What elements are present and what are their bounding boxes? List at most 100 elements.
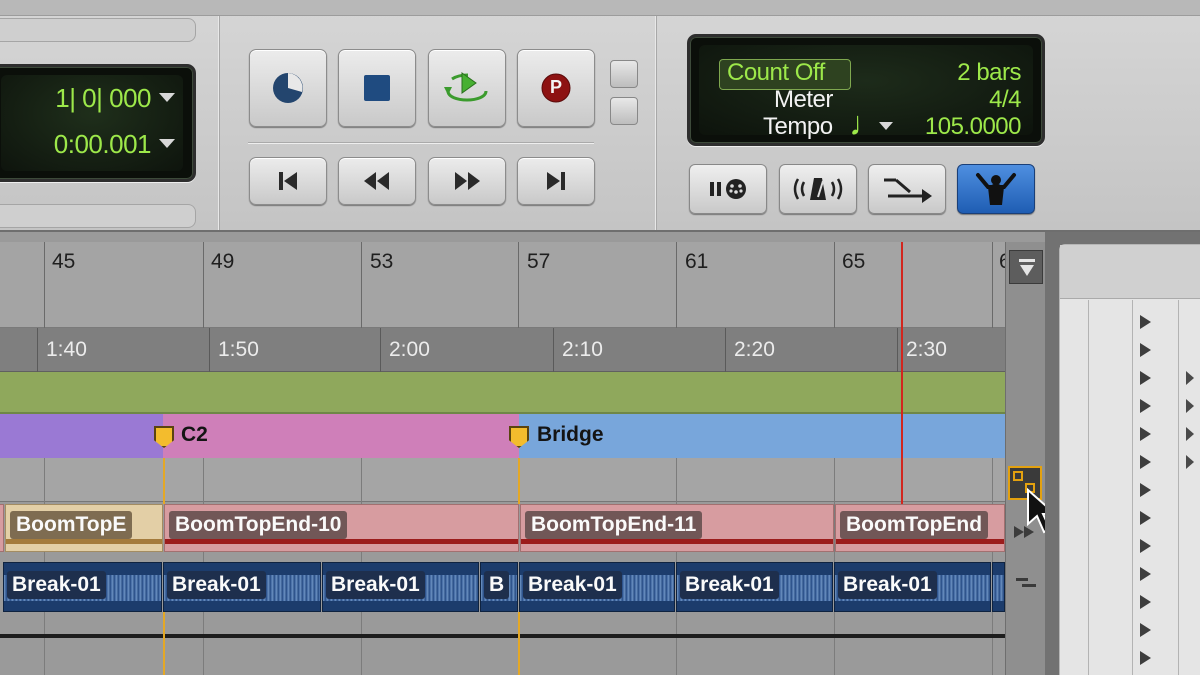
fast-forward-button[interactable]	[428, 157, 506, 205]
bar-number: 61	[685, 250, 709, 273]
return-to-zero-button[interactable]	[249, 157, 327, 205]
bar-number: 45	[52, 250, 76, 273]
clip-name: BoomTopEnd-11	[525, 511, 703, 539]
track-boomtop: BoomTopE BoomTopEnd-10 BoomTopEnd-11 Boo…	[0, 504, 1005, 552]
clip-name: B	[484, 571, 510, 599]
track-height-button[interactable]	[1012, 572, 1040, 594]
bar-number: 49	[211, 250, 235, 273]
audio-clip[interactable]: BoomTopEnd-10	[164, 504, 519, 552]
meter-value[interactable]: 4/4	[989, 86, 1021, 114]
time-label: 2:30	[906, 338, 947, 361]
bar-number: 53	[370, 250, 394, 273]
marker-label-bridge[interactable]: Bridge	[537, 423, 604, 447]
count-off-value[interactable]: 2 bars	[957, 59, 1021, 87]
markers-ruler[interactable]: C2 Bridge	[0, 414, 1005, 458]
audio-clip-edge[interactable]	[0, 504, 4, 552]
expand-arrow-icon[interactable]	[1186, 427, 1194, 441]
min-sec-counter[interactable]: 0:00.001	[54, 129, 152, 160]
counter-dropdown-icon[interactable]	[159, 93, 175, 102]
marker-guide-line	[518, 458, 520, 504]
wait-for-note-icon	[710, 179, 746, 199]
row-arrow-icon[interactable]	[1140, 567, 1151, 581]
wait-for-note-button[interactable]	[689, 164, 767, 214]
row-arrow-icon[interactable]	[1140, 427, 1151, 441]
tempo-value[interactable]: 105.0000	[925, 113, 1022, 141]
playback-cursor[interactable]	[901, 242, 903, 504]
stop-icon	[364, 75, 390, 101]
waveform	[993, 575, 1004, 601]
bars-beats-counter[interactable]: 1| 0| 000	[55, 83, 151, 114]
row-arrow-icon[interactable]	[1140, 651, 1151, 665]
grid-ruler	[0, 458, 1005, 502]
scroll-down-button[interactable]	[1009, 250, 1043, 284]
clip-name: Break-01	[326, 571, 425, 599]
sub-counter-dropdown-icon[interactable]	[159, 139, 175, 148]
marker-label-c2[interactable]: C2	[181, 423, 208, 447]
window-top-strip	[0, 0, 1200, 16]
return-to-zero-icon	[279, 172, 297, 190]
stop-button[interactable]	[338, 49, 416, 127]
play-loop-button[interactable]	[428, 49, 506, 127]
row-arrow-icon[interactable]	[1140, 371, 1151, 385]
tempo-ruler[interactable]	[0, 372, 1045, 414]
tempo-dropdown-icon[interactable]	[879, 122, 893, 130]
ruler-tick	[44, 242, 45, 328]
record-mode-letter: P	[549, 77, 562, 97]
record-button[interactable]: P	[517, 49, 595, 127]
clip-fade-line	[165, 539, 518, 544]
track-break: Break-01 Break-01 Break-01 B Break-01 Br…	[0, 562, 1005, 612]
expand-arrow-icon[interactable]	[1186, 455, 1194, 469]
bar-number: 65	[842, 250, 866, 273]
row-arrow-icon[interactable]	[1140, 399, 1151, 413]
marker-region-verse[interactable]	[0, 414, 163, 458]
meter-label: Meter	[774, 86, 833, 113]
expand-arrow-icon[interactable]	[1186, 371, 1194, 385]
time-label: 2:20	[734, 338, 775, 361]
clip-name: BoomTopE	[10, 511, 133, 539]
audio-clip[interactable]: BoomTopEnd	[835, 504, 1005, 552]
transport-mode-button-1[interactable]	[610, 60, 638, 88]
bars-beats-ruler[interactable]: 45 49 53 57 61 65 6	[0, 242, 1005, 328]
audio-clip[interactable]: B	[480, 562, 518, 612]
count-off-label[interactable]: Count Off	[727, 59, 825, 87]
quarter-note-icon[interactable]: ♩	[849, 107, 883, 141]
metronome-button[interactable]	[779, 164, 857, 214]
rewind-button[interactable]	[338, 157, 416, 205]
metronome-icon	[793, 178, 843, 200]
row-arrow-icon[interactable]	[1140, 455, 1151, 469]
marker-region-c2[interactable]	[163, 414, 519, 458]
audio-clip[interactable]: BoomTopEnd-11	[520, 504, 834, 552]
side-panel	[1045, 232, 1200, 675]
audio-clip[interactable]	[992, 562, 1005, 612]
conductor-track-button[interactable]	[957, 164, 1035, 214]
loop-play-icon	[444, 72, 488, 102]
ruler-tick	[553, 328, 554, 372]
row-arrow-icon[interactable]	[1140, 623, 1151, 637]
audio-clip[interactable]: Break-01	[676, 562, 833, 612]
audio-clip[interactable]: Break-01	[163, 562, 321, 612]
audio-clip[interactable]: BoomTopE	[5, 504, 163, 552]
clip-name: Break-01	[7, 571, 106, 599]
row-arrow-icon[interactable]	[1140, 343, 1151, 357]
panel-divider	[655, 16, 657, 230]
go-to-end-button[interactable]	[517, 157, 595, 205]
audio-clip[interactable]: Break-01	[322, 562, 479, 612]
audio-clip[interactable]: Break-01	[3, 562, 162, 612]
midi-screen: Count Off 2 bars Meter 4/4 Tempo ♩ 105.0…	[699, 45, 1033, 141]
expand-arrow-icon[interactable]	[1186, 399, 1194, 413]
row-arrow-icon[interactable]	[1140, 483, 1151, 497]
row-arrow-icon[interactable]	[1140, 315, 1151, 329]
midi-merge-button[interactable]	[868, 164, 946, 214]
marker-guide-line	[163, 458, 165, 504]
audio-clip[interactable]: Break-01	[834, 562, 991, 612]
transport-mode-button-2[interactable]	[610, 97, 638, 125]
main-counter-display[interactable]: 1| 0| 000 0:00.001	[0, 64, 196, 182]
row-arrow-icon[interactable]	[1140, 539, 1151, 553]
panel-divider	[218, 16, 220, 230]
row-arrow-icon[interactable]	[1140, 511, 1151, 525]
online-button[interactable]	[249, 49, 327, 127]
min-sec-ruler[interactable]: 1:40 1:50 2:00 2:10 2:20 2:30	[0, 328, 1005, 372]
row-arrow-icon[interactable]	[1140, 595, 1151, 609]
timeline-side-strip	[1005, 242, 1058, 675]
audio-clip[interactable]: Break-01	[519, 562, 675, 612]
